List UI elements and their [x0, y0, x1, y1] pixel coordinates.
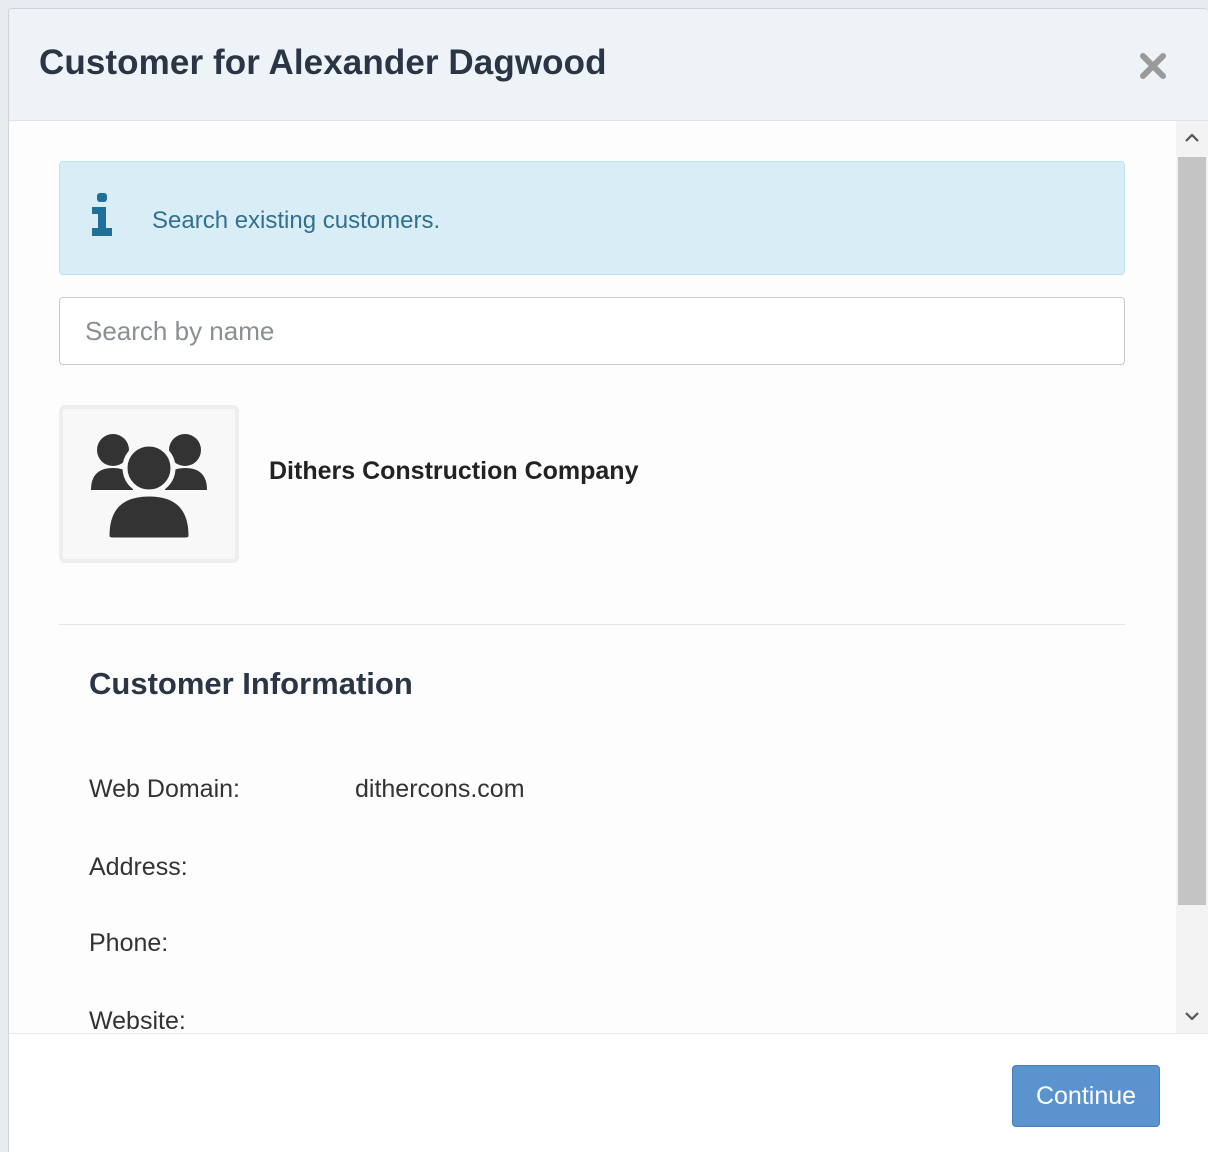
avatar [59, 405, 239, 563]
continue-button[interactable]: Continue [1012, 1065, 1160, 1127]
info-value: dithercons.com [355, 775, 525, 803]
close-icon [1140, 53, 1166, 79]
dialog-footer: Continue [9, 1033, 1208, 1152]
dialog-body: Search existing customers. Dithers Const… [9, 121, 1177, 1033]
info-alert: Search existing customers. [59, 161, 1125, 275]
customer-result-item[interactable]: Dithers Construction Company [59, 405, 709, 565]
chevron-up-icon [1185, 133, 1199, 142]
scroll-up-button[interactable] [1176, 121, 1208, 155]
info-label: Address: [89, 853, 188, 881]
info-label: Website: [89, 1007, 186, 1033]
info-icon [92, 193, 112, 236]
customer-information-heading: Customer Information [89, 666, 413, 701]
scroll-down-button[interactable] [1176, 999, 1208, 1033]
customer-dialog: Customer for Alexander Dagwood Search ex… [8, 8, 1208, 1152]
customer-name: Dithers Construction Company [269, 457, 639, 485]
alert-text: Search existing customers. [152, 207, 441, 234]
dialog-header: Customer for Alexander Dagwood [9, 9, 1208, 121]
section-divider [59, 624, 1125, 625]
info-label: Web Domain: [89, 775, 240, 803]
dialog-title: Customer for Alexander Dagwood [39, 43, 607, 82]
info-label: Phone: [89, 929, 169, 957]
close-button[interactable] [1136, 49, 1170, 83]
vertical-scrollbar[interactable] [1176, 121, 1208, 1033]
chevron-down-icon [1185, 1012, 1199, 1021]
scrollbar-thumb[interactable] [1178, 157, 1206, 905]
users-group-icon [91, 434, 207, 540]
search-input[interactable] [59, 297, 1125, 365]
